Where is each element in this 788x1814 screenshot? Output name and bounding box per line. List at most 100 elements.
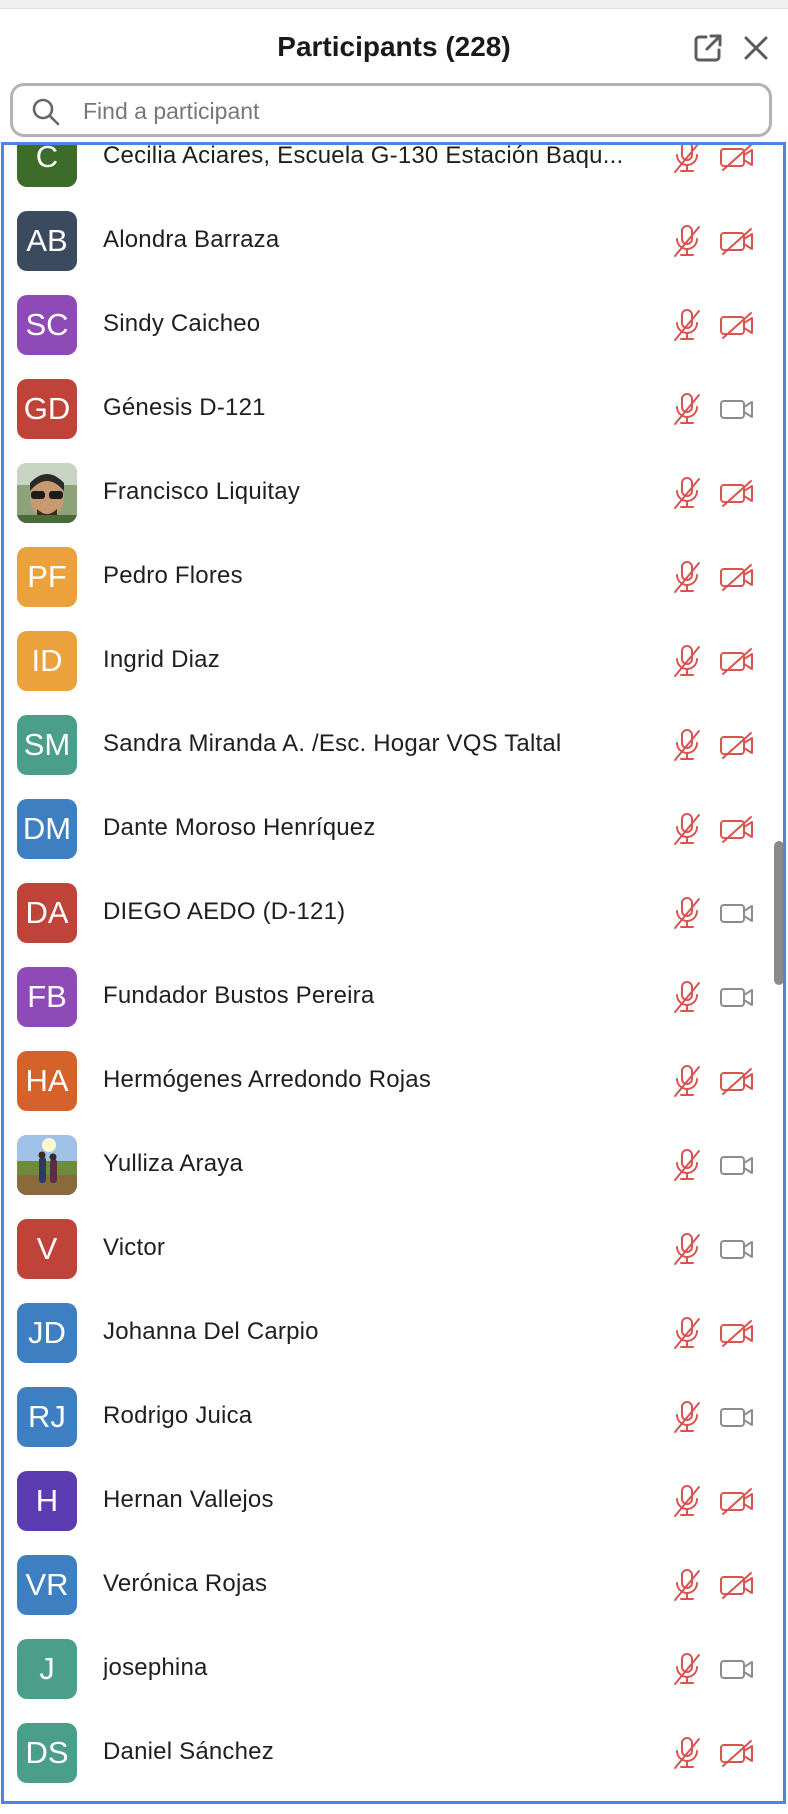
mic-muted-icon[interactable] [668,306,706,344]
mic-muted-icon[interactable] [668,222,706,260]
video-icon[interactable] [717,392,757,426]
participant-name: DIEGO AEDO (D-121) [103,898,346,925]
mic-muted-icon[interactable] [668,1230,706,1268]
participant-name: josephina [103,1654,208,1681]
close-icon[interactable] [740,32,772,64]
mic-muted-icon[interactable] [668,1314,706,1352]
avatar: JD [17,1303,77,1363]
video-off-icon[interactable] [717,560,757,594]
avatar [17,463,77,523]
avatar: FB [17,967,77,1027]
participant-row[interactable]: PF Pedro Flores [4,535,783,619]
video-off-icon[interactable] [717,728,757,762]
participant-name: Verónica Rojas [103,1570,268,1597]
participant-name: Pedro Flores [103,562,243,589]
scrollbar-thumb[interactable] [774,841,783,985]
video-off-icon[interactable] [717,308,757,342]
avatar [17,1135,77,1195]
search-field[interactable] [10,83,772,137]
video-icon[interactable] [717,980,757,1014]
participant-list[interactable]: C Cecilia Aciares, Escuela G-130 Estación… [1,142,786,1804]
mic-muted-icon[interactable] [668,978,706,1016]
video-off-icon[interactable] [717,145,757,174]
participant-row[interactable]: HA Hermógenes Arredondo Rojas [4,1039,783,1123]
video-off-icon[interactable] [717,476,757,510]
participant-row[interactable]: Jjosephina [4,1627,783,1711]
video-off-icon[interactable] [717,1736,757,1770]
avatar: DA [17,883,77,943]
mic-muted-icon[interactable] [668,894,706,932]
video-off-icon[interactable] [717,1316,757,1350]
video-icon[interactable] [717,896,757,930]
participant-row[interactable]: ID Ingrid Diaz [4,619,783,703]
video-icon[interactable] [717,1652,757,1686]
mic-muted-icon[interactable] [668,1062,706,1100]
page-title: Participants (228) [277,31,511,62]
avatar: DM [17,799,77,859]
mic-muted-icon[interactable] [668,726,706,764]
mic-muted-icon[interactable] [668,810,706,848]
mic-muted-icon[interactable] [668,1734,706,1772]
participant-row[interactable]: DA DIEGO AEDO (D-121) [4,871,783,955]
video-icon[interactable] [717,1232,757,1266]
video-off-icon[interactable] [717,812,757,846]
avatar: ID [17,631,77,691]
participant-row[interactable]: H Hernan Vallejos [4,1459,783,1543]
search-input[interactable] [83,94,743,128]
participant-row[interactable]: GD Génesis D-121 [4,367,783,451]
participant-row[interactable]: DM Dante Moroso Henríquez [4,787,783,871]
participant-row[interactable]: C Cecilia Aciares, Escuela G-130 Estación… [4,142,783,199]
participant-name: Rodrigo Juica [103,1402,253,1429]
avatar: PF [17,547,77,607]
video-icon[interactable] [717,1400,757,1434]
participant-row[interactable]: Francisco Liquitay [4,451,783,535]
mic-muted-icon[interactable] [668,1398,706,1436]
video-icon[interactable] [717,1148,757,1182]
participant-row[interactable]: VR Verónica Rojas [4,1543,783,1627]
participant-name: Victor [103,1234,166,1261]
mic-muted-icon[interactable] [668,558,706,596]
participant-row[interactable]: SM Sandra Miranda A. /Esc. Hogar VQS Talt… [4,703,783,787]
avatar: J [17,1639,77,1699]
participant-row[interactable]: JD Johanna Del Carpio [4,1291,783,1375]
participant-name: Cecilia Aciares, Escuela G-130 Estación … [103,142,624,169]
participant-row[interactable]: V Victor [4,1207,783,1291]
participant-row[interactable]: RJ Rodrigo Juica [4,1375,783,1459]
participant-row[interactable]: Yulliza Araya [4,1123,783,1207]
avatar: RJ [17,1387,77,1447]
participant-name: Daniel Sánchez [103,1738,274,1765]
mic-muted-icon[interactable] [668,1566,706,1604]
avatar: HA [17,1051,77,1111]
video-off-icon[interactable] [717,1484,757,1518]
video-off-icon[interactable] [717,224,757,258]
video-off-icon[interactable] [717,1568,757,1602]
participant-name: Sindy Caicheo [103,310,261,337]
participant-name: Alondra Barraza [103,226,280,253]
participant-row[interactable]: DS Daniel Sánchez [4,1711,783,1795]
popout-icon[interactable] [692,32,724,64]
mic-muted-icon[interactable] [668,145,706,176]
avatar: SM [17,715,77,775]
mic-muted-icon[interactable] [668,642,706,680]
mic-muted-icon[interactable] [668,1146,706,1184]
mic-muted-icon[interactable] [668,1482,706,1520]
participant-row[interactable]: AB Alondra Barraza [4,199,783,283]
participant-name: Johanna Del Carpio [103,1318,319,1345]
participant-row[interactable]: FB Fundador Bustos Pereira [4,955,783,1039]
mic-muted-icon[interactable] [668,1650,706,1688]
participant-name: Hernan Vallejos [103,1486,274,1513]
video-off-icon[interactable] [717,1064,757,1098]
participant-name: Francisco Liquitay [103,478,301,505]
participant-name: Génesis D-121 [103,394,266,421]
mic-muted-icon[interactable] [668,390,706,428]
participant-name: Hermógenes Arredondo Rojas [103,1066,432,1093]
mic-muted-icon[interactable] [668,474,706,512]
participant-row[interactable]: SC Sindy Caicheo [4,283,783,367]
avatar: V [17,1219,77,1279]
video-off-icon[interactable] [717,644,757,678]
search-icon [31,97,61,127]
participant-name: Yulliza Araya [103,1150,244,1177]
participants-header: Participants (228) [0,9,788,81]
avatar: AB [17,211,77,271]
avatar: GD [17,379,77,439]
